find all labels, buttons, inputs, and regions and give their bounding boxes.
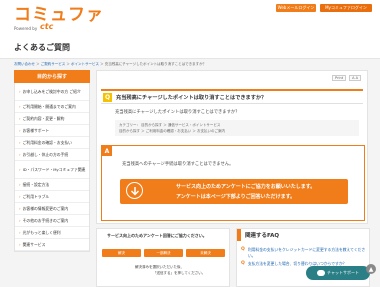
survey-banner[interactable]: サービス向上のためアンケートにご協力をお願いいたします。 アンケートは本ページ下…: [120, 179, 348, 204]
page-top-icon[interactable]: ▲: [366, 264, 376, 274]
article-tools: Print A A: [332, 75, 361, 81]
survey-partial-button[interactable]: 一部解決: [144, 249, 183, 257]
sidebar-item-label: お引越し・休止の方の手続: [22, 152, 69, 157]
question-body: 充当残高にチャージしたポイントは取り消すことはできますか？: [115, 110, 240, 115]
chevron-right-icon: ›: [19, 194, 21, 199]
logo-powered-by: Powered by: [14, 26, 38, 31]
sidebar-item-label: お申し込みをご検討中の方 ご紹介: [22, 89, 81, 94]
accent-bar: [237, 229, 241, 241]
chevron-right-icon: ›: [19, 104, 21, 109]
font-size-button[interactable]: A A: [349, 75, 361, 81]
answer-body: 充当残高へのチャージ手続は取り消すことはできません。: [122, 162, 234, 167]
sidebar-item[interactable]: › 光がもっと楽しく便利: [15, 227, 89, 239]
chevron-right-icon: ›: [19, 116, 21, 121]
answer-mark-icon: A: [102, 146, 112, 156]
chevron-right-icon: ›: [19, 128, 21, 133]
sidebar-item[interactable]: › 関連サービス: [15, 239, 89, 251]
sidebar-item[interactable]: › 接続・設定方法: [15, 179, 89, 191]
question-title: 充当残高にチャージしたポイントは取り消すことはできますか？: [116, 94, 267, 101]
sidebar-item-label: ID・パスワード・Myコミュファ関連: [22, 167, 86, 172]
category-box: カテゴリー： 目的から探す ＞ 通信サービス・ポイントサービス 目的から探す ＞…: [115, 120, 359, 136]
breadcrumb-point[interactable]: ポイントサービス: [71, 62, 99, 66]
logo-brand: ctc: [40, 22, 54, 31]
chevron-right-icon: ›: [19, 206, 21, 211]
breadcrumb-home[interactable]: お問い合わせ: [14, 62, 35, 66]
sidebar-item-label: ご利用開始・開通までのご案内: [22, 104, 76, 109]
print-button[interactable]: Print: [332, 75, 347, 81]
sidebar-item[interactable]: › ご利用開始・開通までのご案内: [15, 101, 89, 113]
chat-label: チャットサポート: [327, 270, 359, 275]
sidebar-item[interactable]: › ご利用料金の確認・お支払い: [15, 137, 89, 149]
sidebar-item[interactable]: › ご利用トラブル: [15, 191, 89, 203]
chevron-right-icon: ›: [19, 140, 21, 145]
mycommufa-login-button[interactable]: Myコミュファログイン: [320, 4, 372, 12]
related-title: 関連するFAQ: [245, 233, 280, 239]
page-title: よくあるご質問: [14, 43, 70, 52]
sidebar-item-label: 関連サービス: [22, 242, 46, 247]
sidebar-item-label: お客様の情報変更のご案内: [22, 206, 69, 211]
chevron-right-icon: ›: [19, 218, 21, 223]
survey-solved-button[interactable]: 解決: [102, 249, 141, 257]
webmail-login-button[interactable]: Webメールログイン: [276, 4, 316, 12]
breadcrumb-service[interactable]: ご契約サービス: [41, 62, 66, 66]
related-item-label: 利用料金の支払いをクレジットカードに変更する方法を教えてください。: [247, 247, 366, 258]
site-header: コミュファ Powered by ctc Webメールログイン Myコミュファロ…: [0, 0, 380, 36]
sidebar-item-label: ご利用料金の確認・お支払い: [22, 140, 72, 145]
title-bar: よくあるご質問: [0, 36, 380, 59]
sidebar-item-label: その他のお手続きのご案内: [22, 218, 69, 223]
survey-panel: サービス向上のためアンケート回答にご協力ください。 解決 一部解決 未解決 解決…: [96, 228, 230, 287]
sidebar-item-label: 光がもっと楽しく便利: [22, 230, 61, 235]
sidebar-item-label: 接続・設定方法: [22, 182, 50, 187]
chevron-right-icon: ›: [19, 242, 21, 247]
chat-support-button[interactable]: チャットサポート: [306, 266, 370, 280]
banner-line: アンケートは本ページ下部よりご回答いただけます。: [176, 194, 296, 200]
sidebar-item[interactable]: › お客様の情報変更のご案内: [15, 203, 89, 215]
faq-article: Print A A Q 充当残高にチャージしたポイントは取り消すことはできますか…: [96, 70, 368, 224]
sidebar-item-label: ご契約内容・変更・解約: [22, 116, 65, 121]
sidebar-item[interactable]: › ご契約内容・変更・解約: [15, 113, 89, 125]
sidebar-item[interactable]: › お引越し・休止の方の手続: [15, 149, 89, 161]
question-mark-icon: Q: [103, 92, 112, 102]
related-item[interactable]: Q 利用料金の支払いをクレジットカードに変更する方法を教えてください。: [241, 247, 369, 259]
chevron-right-icon: ›: [19, 182, 21, 187]
arrow-down-icon: [126, 182, 143, 199]
related-header: 関連するFAQ: [237, 229, 369, 241]
chevron-right-icon: ›: [19, 152, 21, 157]
category-line[interactable]: 目的から探す ＞ ご利用料金の確認・お支払い ＞ お支払いのご案内: [119, 129, 225, 134]
survey-unsolved-button[interactable]: 未解決: [186, 249, 225, 257]
question-mark-icon: Q: [241, 247, 245, 252]
sidebar-item[interactable]: › ID・パスワード・Myコミュファ関連: [15, 161, 89, 179]
chat-bubble-icon: [317, 270, 326, 276]
survey-note: 「送信する」を押してください。: [153, 271, 206, 275]
breadcrumb-current: 充当残高にチャージしたポイントは取り消すことはできますか？: [104, 62, 207, 66]
survey-note: 解決済みを選択いただいた後、: [135, 265, 184, 269]
survey-question: サービス向上のためアンケート回答にご協力ください。: [107, 233, 207, 238]
category-line[interactable]: カテゴリー： 目的から探す ＞ 通信サービス・ポイントサービス: [119, 123, 220, 128]
chevron-right-icon: ›: [19, 89, 21, 94]
sidebar-item-label: ご利用トラブル: [22, 194, 50, 199]
survey-buttons: 解決 一部解決 未解決: [102, 249, 225, 257]
sidebar-item-label: お客様サポート: [22, 128, 50, 133]
sidebar-list: › お申し込みをご検討中の方 ご紹介 › ご利用開始・開通までのご案内 › ご契約内容…: [14, 83, 90, 252]
chevron-right-icon: ›: [19, 167, 21, 172]
sidebar-item[interactable]: › その他のお手続きのご案内: [15, 215, 89, 227]
logo[interactable]: コミュファ Powered by ctc: [14, 5, 104, 31]
breadcrumb: お問い合わせ ＞ ご契約サービス ＞ ポイントサービス ＞ 充当残高にチャージし…: [14, 62, 206, 67]
sidebar-heading: 目的から探す: [14, 70, 90, 83]
question-header: Q 充当残高にチャージしたポイントは取り消すことはできますか？: [101, 89, 363, 104]
banner-line: サービス向上のためアンケートにご協力をお願いいたします。: [176, 184, 316, 190]
sidebar-item[interactable]: › お客様サポート: [15, 125, 89, 137]
chevron-right-icon: ›: [19, 230, 21, 235]
sidebar: 目的から探す › お申し込みをご検討中の方 ご紹介 › ご利用開始・開通までのご案内…: [14, 70, 90, 252]
question-mark-icon: Q: [241, 261, 245, 266]
sidebar-item[interactable]: › お申し込みをご検討中の方 ご紹介: [15, 83, 89, 101]
logo-text: コミュファ: [14, 5, 104, 25]
answer-box: A 充当残高へのチャージ手続は取り消すことはできません。 サービス向上のためアン…: [101, 145, 365, 221]
